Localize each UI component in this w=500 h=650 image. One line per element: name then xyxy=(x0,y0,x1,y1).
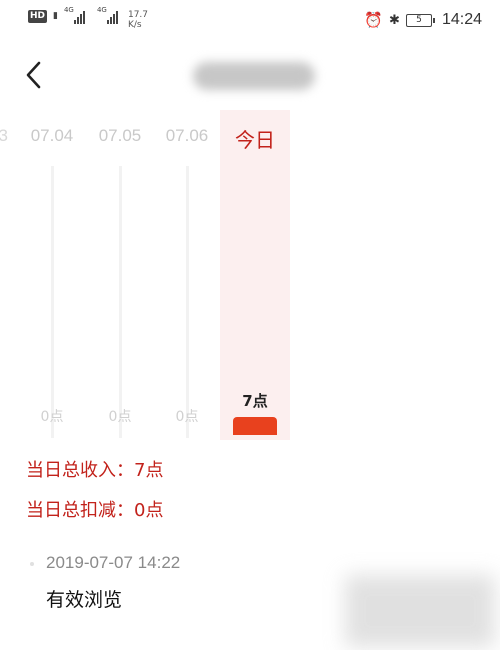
sim-icon: ▮ xyxy=(53,11,58,21)
day-label-today: 今日 xyxy=(235,128,275,152)
day-column-today[interactable]: 今日 7点 xyxy=(220,110,290,440)
day-value-today: 7点 xyxy=(242,392,268,410)
network-speed-value: 17.7 xyxy=(127,10,149,20)
signal-sim1-icon: 4G xyxy=(64,6,85,24)
bluetooth-icon: ✱ xyxy=(389,12,400,28)
nav-bar xyxy=(0,45,500,107)
day-column[interactable]: 07.04 0点 xyxy=(18,110,86,440)
total-deduction: 当日总扣减：0点 xyxy=(26,500,164,521)
battery-level: 5 xyxy=(416,14,422,25)
page-title-blurred xyxy=(193,62,315,90)
back-button[interactable] xyxy=(14,55,54,95)
status-left: HD ▮ 4G 4G 17.7 K/s xyxy=(28,6,148,30)
record-description: 有效浏览 xyxy=(46,589,123,611)
status-bar: HD ▮ 4G 4G 17.7 K/s ⏰ ✱ 5 14:24 xyxy=(0,0,500,42)
daily-summary: 当日总收入：7点 当日总扣减：0点 xyxy=(26,460,163,540)
hd-badge: HD xyxy=(28,10,48,23)
status-right: ⏰ ✱ 5 14:24 xyxy=(364,11,482,29)
clock: 14:24 xyxy=(441,11,482,28)
network-type-sim1: 4G xyxy=(63,6,74,14)
day-value: 0点 xyxy=(40,409,64,425)
total-income: 当日总收入：7点 xyxy=(26,460,164,481)
network-type-sim2: 4G xyxy=(96,6,107,14)
record-dot-icon xyxy=(30,562,34,566)
day-gridline xyxy=(186,166,189,438)
alarm-icon: ⏰ xyxy=(364,11,384,29)
day-gridline xyxy=(51,166,54,438)
watermark-blurred xyxy=(345,575,495,647)
day-gridline xyxy=(119,166,122,438)
day-value: 0点 xyxy=(108,409,132,425)
day-column[interactable]: 07.05 0点 xyxy=(86,110,154,440)
day-label: 07.05 xyxy=(98,126,142,145)
day-label: 07.06 xyxy=(165,126,209,145)
today-bar xyxy=(233,417,277,435)
record-timestamp: 2019-07-07 14:22 xyxy=(46,553,181,572)
network-speed-unit: K/s xyxy=(127,20,142,30)
chevron-left-icon xyxy=(26,61,41,89)
day-column-partial: 3 xyxy=(0,110,8,440)
day-label-partial: 3 xyxy=(0,126,8,145)
network-speed: 17.7 K/s xyxy=(128,10,148,30)
battery-icon: 5 xyxy=(405,13,435,27)
day-label: 07.04 xyxy=(30,126,74,145)
day-column[interactable]: 07.06 0点 xyxy=(154,110,220,440)
signal-sim2-icon: 4G xyxy=(97,6,118,24)
day-columns: 3 07.04 0点 07.05 0点 07.06 0点 今日 7点 xyxy=(0,110,500,440)
day-value: 0点 xyxy=(175,409,199,425)
